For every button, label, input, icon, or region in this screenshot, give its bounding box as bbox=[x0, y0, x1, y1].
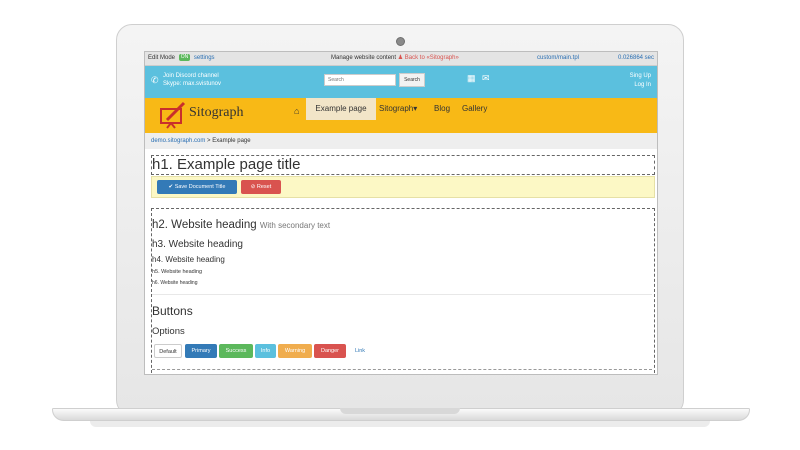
skype-line: Skype: max.svistunov bbox=[163, 81, 222, 87]
default-button[interactable]: Default bbox=[154, 344, 182, 358]
nav-sitograph[interactable]: Sitograph▾ bbox=[379, 98, 417, 133]
mail-icon[interactable]: ✉ bbox=[482, 73, 490, 84]
sign-up-link[interactable]: Sing Up bbox=[630, 72, 651, 81]
nav-gallery[interactable]: Gallery bbox=[462, 98, 487, 133]
nav-example-page[interactable]: Example page bbox=[306, 98, 376, 120]
save-title-label: Save Document Title bbox=[174, 184, 226, 190]
screen: Edit Mode ON settings Manage website con… bbox=[144, 51, 658, 375]
edit-mode-group: Edit Mode ON settings bbox=[148, 52, 215, 65]
caret-down-icon: ▾ bbox=[413, 104, 418, 113]
heading-h2: h2. Website heading With secondary text bbox=[152, 219, 330, 231]
heading-h4: h4. Website heading bbox=[152, 255, 225, 264]
back-link[interactable]: ♟ Back to «Sitograph» bbox=[398, 55, 459, 61]
search-button[interactable]: Search bbox=[399, 73, 425, 87]
link-button[interactable]: Link bbox=[349, 344, 371, 358]
log-in-link[interactable]: Log In bbox=[630, 81, 651, 90]
search-input[interactable]: Search bbox=[324, 74, 396, 86]
buttons-heading: Buttons bbox=[152, 304, 193, 318]
edit-mode-toggle[interactable]: ON bbox=[178, 53, 191, 61]
laptop-shadow bbox=[90, 421, 710, 427]
ban-icon: ⊘ bbox=[250, 184, 256, 190]
render-time[interactable]: 0.026864 sec bbox=[618, 52, 654, 65]
info-button[interactable]: Info bbox=[255, 344, 276, 358]
breadcrumb-separator: > bbox=[207, 138, 211, 144]
heading-h2-text: h2. Website heading bbox=[152, 219, 257, 231]
camera-icon bbox=[396, 37, 405, 46]
page-title[interactable]: h1. Example page title bbox=[152, 156, 300, 173]
logo-icon bbox=[160, 101, 186, 129]
success-button[interactable]: Success bbox=[219, 344, 253, 358]
danger-button[interactable]: Danger bbox=[314, 344, 346, 358]
content-box-edge bbox=[152, 369, 652, 371]
edit-mode-label: Edit Mode bbox=[148, 55, 176, 61]
discord-info[interactable]: Join Discord channel Skype: max.svistuno… bbox=[163, 72, 221, 88]
back-label: Back to «Sitograph» bbox=[404, 55, 459, 61]
check-icon: ✔ bbox=[168, 184, 174, 190]
section-divider bbox=[152, 294, 652, 295]
breadcrumb-current: Example page bbox=[212, 138, 251, 144]
auth-links: Sing Up Log In bbox=[630, 72, 651, 90]
reset-button[interactable]: ⊘ Reset bbox=[241, 180, 281, 194]
laptop-notch bbox=[340, 408, 460, 414]
heading-h3: h3. Website heading bbox=[152, 239, 243, 250]
manage-group: Manage website content ♟ Back to «Sitogr… bbox=[331, 52, 459, 65]
discord-line: Join Discord channel bbox=[163, 73, 219, 79]
options-heading: Options bbox=[152, 326, 185, 337]
breadcrumb: demo.sitograph.com > Example page bbox=[145, 133, 657, 149]
info-bar: ✆ Join Discord channel Skype: max.svistu… bbox=[145, 66, 657, 98]
primary-button[interactable]: Primary bbox=[185, 344, 217, 358]
home-icon[interactable]: ⌂ bbox=[294, 106, 299, 116]
main-navbar: Sitograph ⌂ Example page Sitograph▾ Blog… bbox=[145, 98, 657, 133]
settings-link[interactable]: settings bbox=[194, 55, 215, 61]
manage-label: Manage website content bbox=[331, 55, 397, 61]
site-logo[interactable]: Sitograph bbox=[189, 105, 243, 121]
heading-h2-secondary: With secondary text bbox=[259, 221, 331, 230]
heading-h5: h5. Website heading bbox=[152, 269, 203, 275]
save-title-button[interactable]: ✔ Save Document Title bbox=[157, 180, 237, 194]
phone-icon: ✆ bbox=[151, 75, 159, 85]
sitemap-icon[interactable]: ▦ bbox=[467, 73, 476, 84]
nav-blog[interactable]: Blog bbox=[434, 98, 450, 133]
nav-sitograph-label: Sitograph bbox=[379, 104, 414, 113]
edit-toolbar: Edit Mode ON settings Manage website con… bbox=[145, 52, 657, 66]
heading-h6: h6. Website heading bbox=[152, 280, 198, 286]
warning-button[interactable]: Warning bbox=[278, 344, 312, 358]
reset-label: Reset bbox=[256, 184, 272, 190]
breadcrumb-home[interactable]: demo.sitograph.com bbox=[151, 138, 205, 144]
template-link[interactable]: custom/main.tpl bbox=[537, 52, 579, 65]
